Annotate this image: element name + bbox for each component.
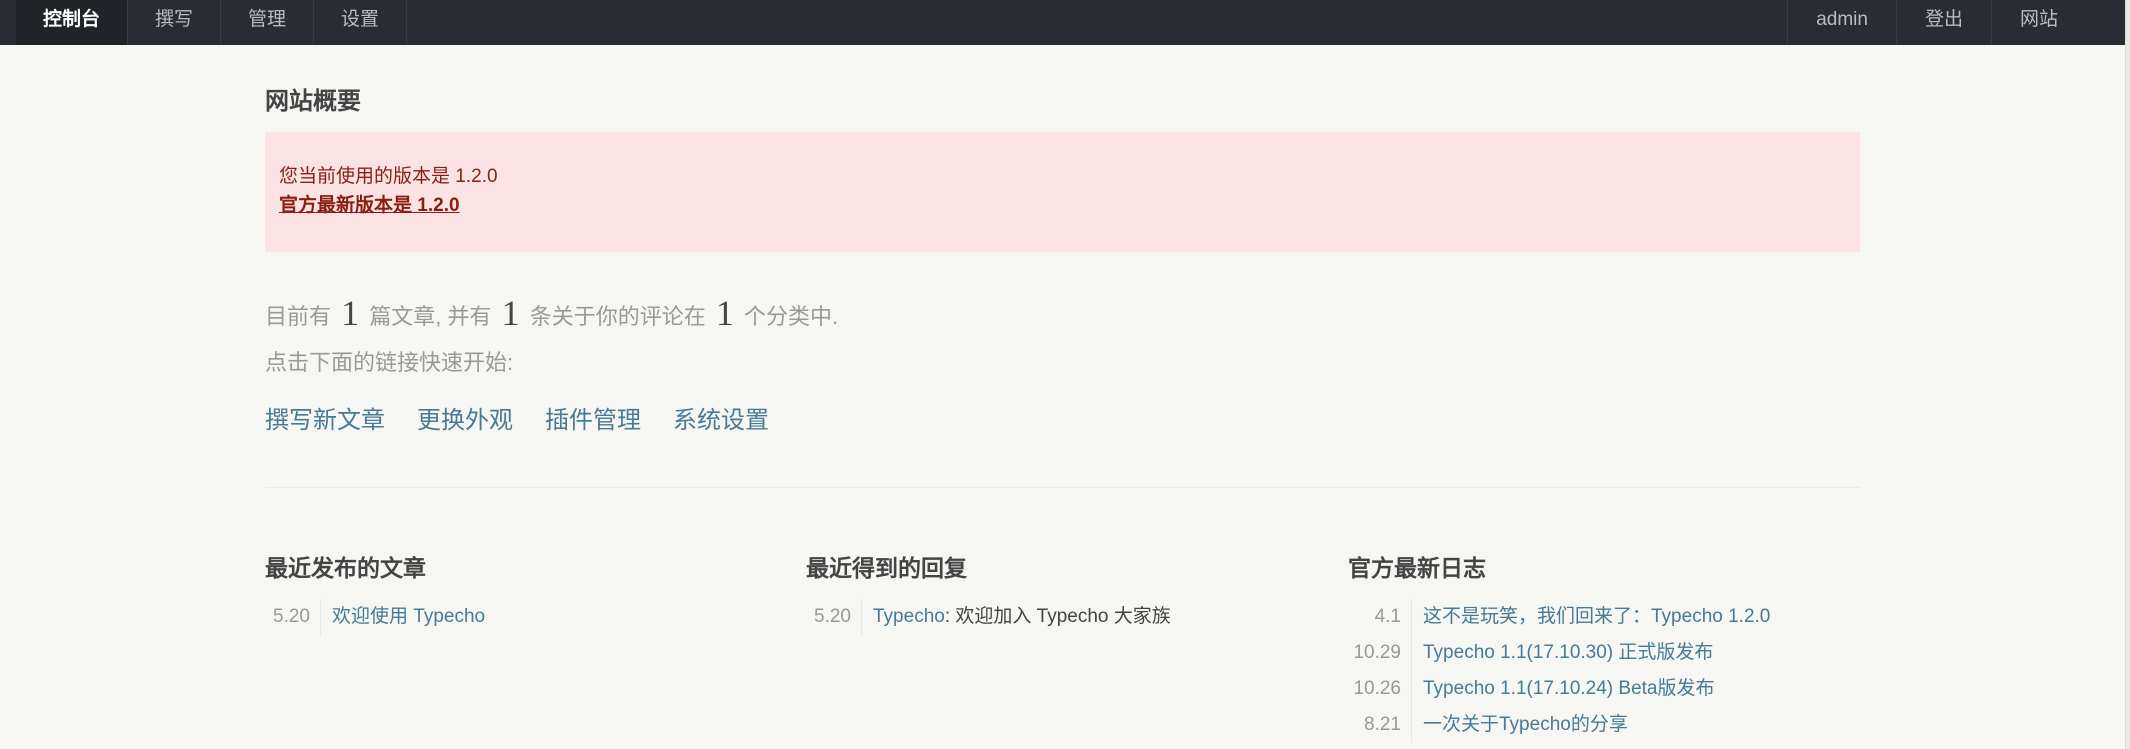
post-link[interactable]: 欢迎使用 Typecho bbox=[332, 599, 485, 635]
comment-date: 5.20 bbox=[806, 599, 862, 635]
quick-link-plugins[interactable]: 插件管理 bbox=[545, 400, 641, 435]
nav-website[interactable]: 网站 bbox=[1990, 0, 2086, 45]
quick-start-hint: 点击下面的链接快速开始: bbox=[265, 350, 514, 375]
recent-comments-list: 5.20 Typecho: 欢迎加入 Typecho 大家族 bbox=[806, 599, 1326, 635]
recent-posts-section: 最近发布的文章 5.20 欢迎使用 Typecho bbox=[265, 549, 785, 635]
quick-links: 撰写新文章 更换外观 插件管理 系统设置 bbox=[265, 400, 769, 435]
page-title: 网站概要 bbox=[265, 88, 361, 115]
list-item: 10.29 Typecho 1.1(17.10.30) 正式版发布 bbox=[1348, 635, 1868, 671]
nav-settings[interactable]: 设置 bbox=[314, 0, 408, 45]
recent-comments-title: 最近得到的回复 bbox=[806, 555, 967, 581]
list-item: 5.20 Typecho: 欢迎加入 Typecho 大家族 bbox=[806, 599, 1326, 635]
official-news-list: 4.1 这不是玩笑，我们回来了：Typecho 1.2.0 10.29 Type… bbox=[1348, 599, 1868, 743]
nav-dashboard[interactable]: 控制台 bbox=[16, 0, 129, 45]
news-date: 4.1 bbox=[1348, 599, 1412, 635]
site-stats: 目前有 1 篇文章, 并有 1 条关于你的评论在 1 个分类中. bbox=[265, 292, 838, 334]
quick-link-write-post[interactable]: 撰写新文章 bbox=[265, 400, 385, 435]
news-date: 10.29 bbox=[1348, 635, 1412, 671]
user-menu: admin 登出 网站 bbox=[1787, 0, 2086, 45]
list-item: 8.21 一次关于Typecho的分享 bbox=[1348, 707, 1868, 743]
stats-prefix: 目前有 bbox=[265, 304, 332, 329]
news-date: 8.21 bbox=[1348, 707, 1412, 743]
post-date: 5.20 bbox=[265, 599, 321, 635]
stats-suffix: 个分类中. bbox=[744, 304, 839, 329]
stats-mid1: 篇文章, 并有 bbox=[369, 304, 492, 329]
list-item: 5.20 欢迎使用 Typecho bbox=[265, 599, 785, 635]
page-scrollbar[interactable] bbox=[2125, 0, 2130, 749]
comment-text: : 欢迎加入 Typecho 大家族 bbox=[944, 606, 1171, 627]
comments-count: 1 bbox=[501, 293, 520, 333]
news-date: 10.26 bbox=[1348, 671, 1412, 707]
posts-count: 1 bbox=[341, 293, 360, 333]
nav-admin-profile[interactable]: admin bbox=[1787, 0, 1896, 45]
recent-comments-section: 最近得到的回复 5.20 Typecho: 欢迎加入 Typecho 大家族 bbox=[806, 549, 1326, 635]
nav-logout[interactable]: 登出 bbox=[1895, 0, 1991, 45]
comment-author-link[interactable]: Typecho bbox=[873, 599, 945, 635]
current-version-text: 您当前使用的版本是 1.2.0 bbox=[279, 166, 498, 187]
latest-version-link[interactable]: 官方最新版本是 1.2.0 bbox=[279, 191, 1846, 220]
recent-posts-title: 最近发布的文章 bbox=[265, 555, 426, 581]
list-item: 10.26 Typecho 1.1(17.10.24) Beta版发布 bbox=[1348, 671, 1868, 707]
main-menu: 控制台 撰写 管理 设置 bbox=[16, 0, 408, 45]
version-alert: 您当前使用的版本是 1.2.0 官方最新版本是 1.2.0 bbox=[265, 132, 1860, 252]
list-item: 4.1 这不是玩笑，我们回来了：Typecho 1.2.0 bbox=[1348, 599, 1868, 635]
section-divider bbox=[265, 487, 1860, 488]
news-link[interactable]: Typecho 1.1(17.10.24) Beta版发布 bbox=[1423, 671, 1715, 707]
top-navbar: 控制台 撰写 管理 设置 admin 登出 网站 bbox=[0, 0, 2130, 45]
categories-count: 1 bbox=[715, 293, 734, 333]
news-link[interactable]: Typecho 1.1(17.10.30) 正式版发布 bbox=[1423, 635, 1713, 671]
official-news-title: 官方最新日志 bbox=[1348, 555, 1486, 581]
nav-write[interactable]: 撰写 bbox=[128, 0, 222, 45]
quick-link-system-settings[interactable]: 系统设置 bbox=[673, 400, 769, 435]
official-news-section: 官方最新日志 4.1 这不是玩笑，我们回来了：Typecho 1.2.0 10.… bbox=[1348, 549, 1868, 743]
nav-manage[interactable]: 管理 bbox=[221, 0, 315, 45]
news-link[interactable]: 一次关于Typecho的分享 bbox=[1423, 707, 1628, 743]
stats-mid2: 条关于你的评论在 bbox=[529, 304, 706, 329]
news-link[interactable]: 这不是玩笑，我们回来了：Typecho 1.2.0 bbox=[1423, 599, 1770, 635]
recent-posts-list: 5.20 欢迎使用 Typecho bbox=[265, 599, 785, 635]
quick-link-change-theme[interactable]: 更换外观 bbox=[417, 400, 513, 435]
